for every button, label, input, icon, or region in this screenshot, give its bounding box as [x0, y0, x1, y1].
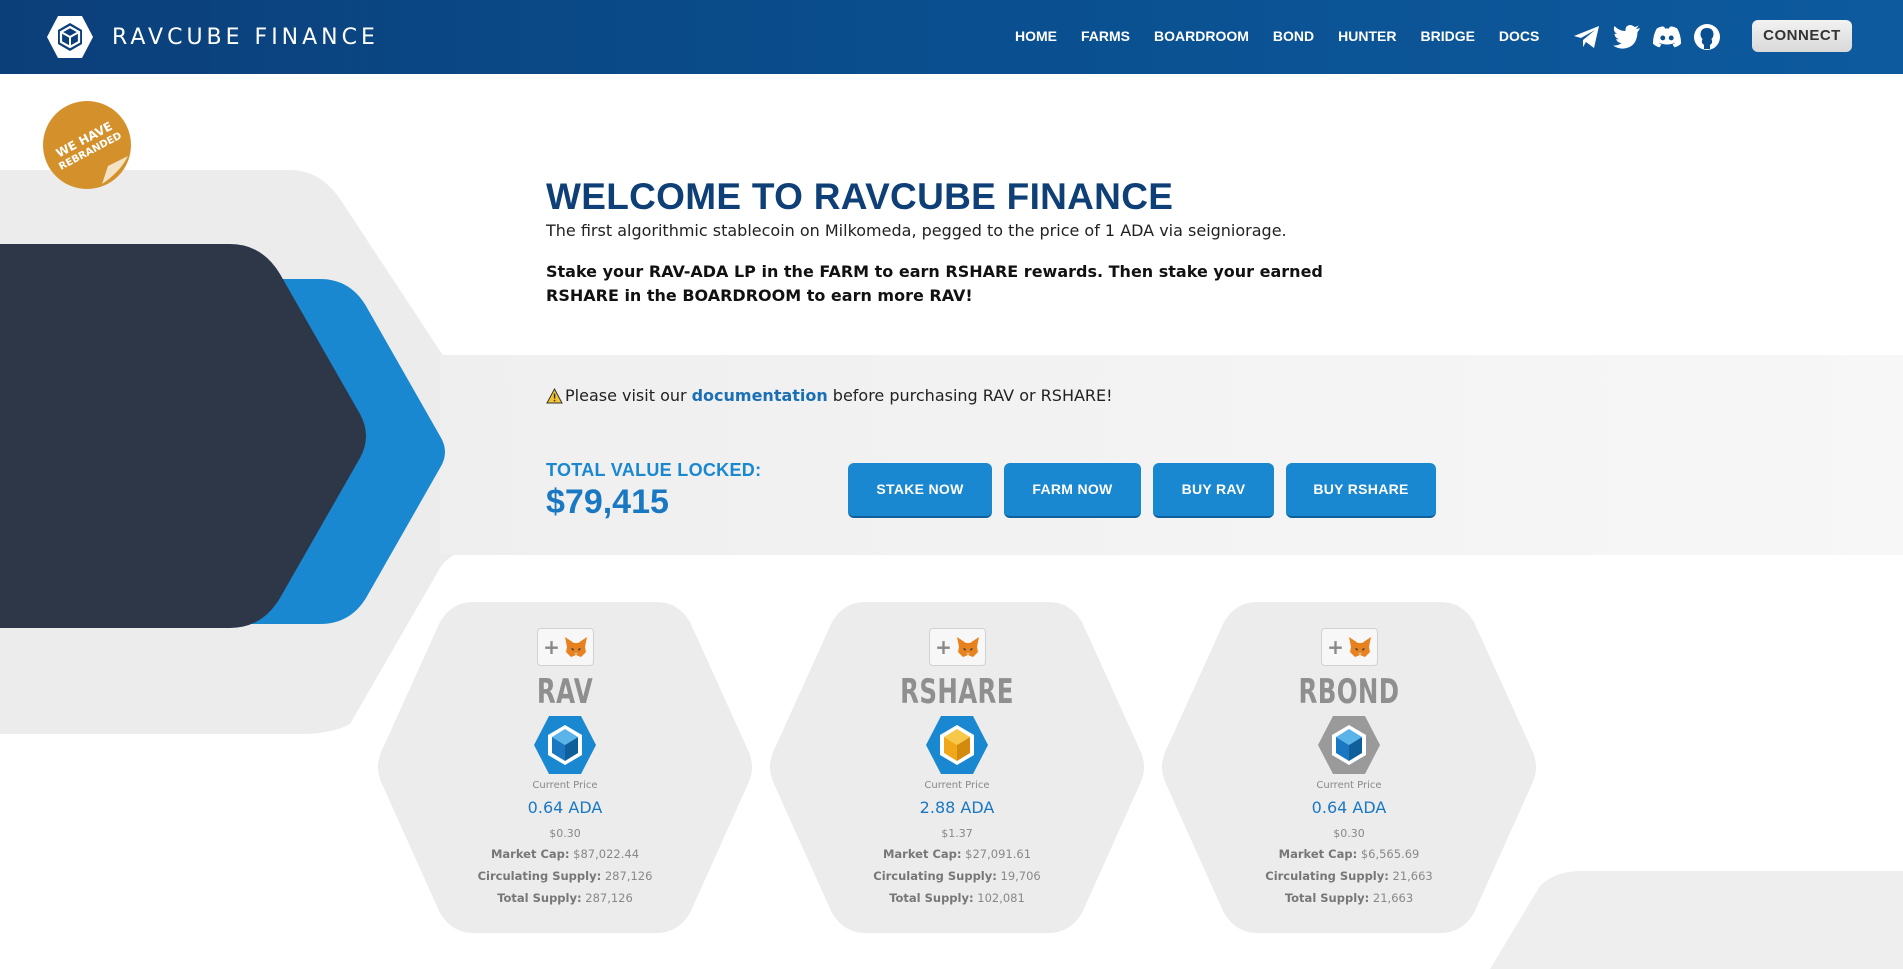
metamask-fox-icon [1348, 637, 1371, 657]
top-navbar: RAVCUBE FINANCE HOME FARMS BOARDROOM BON… [0, 0, 1903, 74]
token-price-usd: $0.30 [549, 827, 581, 840]
hero-stake-text: Stake your RAV-ADA LP in the FARM to ear… [546, 262, 1323, 305]
token-name: RBOND [1298, 672, 1400, 712]
token-name: RAV [536, 672, 594, 712]
current-price-label: Current Price [1316, 780, 1382, 791]
market-cap: Market Cap: $87,022.44 [490, 847, 640, 861]
documentation-warning: Please visit our documentation before pu… [546, 386, 1113, 405]
plus-icon: + [543, 635, 560, 659]
total-supply: Total Supply: 21,663 [1284, 891, 1414, 905]
hero-subtitle: The first algorithmic stablecoin on Milk… [546, 221, 1287, 240]
add-to-metamask-button[interactable]: + [1321, 628, 1378, 666]
nav-hunter[interactable]: HUNTER [1338, 28, 1396, 44]
circulating-supply: Circulating Supply: 19,706 [873, 869, 1041, 883]
social-links [1572, 22, 1732, 52]
token-price-ada: 0.64 ADA [1311, 798, 1387, 817]
ravcube-logo-icon [47, 16, 93, 58]
token-price-usd: $0.30 [1333, 827, 1365, 840]
telegram-icon[interactable] [1572, 22, 1602, 52]
connect-wallet-button[interactable]: CONNECT [1752, 20, 1852, 52]
nav-docs[interactable]: DOCS [1499, 28, 1539, 44]
brand[interactable]: RAVCUBE FINANCE [46, 14, 379, 60]
token-price-ada: 2.88 ADA [919, 798, 995, 817]
page-title: WELCOME TO RAVCUBE FINANCE [546, 176, 1174, 217]
token-card-rbond: + RBOND Current Price 0.64 ADA $0.30 Mar… [1162, 600, 1536, 935]
buy-rshare-button[interactable]: BUY RSHARE [1286, 463, 1436, 518]
plus-icon: + [935, 635, 952, 659]
token-price-usd: $1.37 [941, 827, 973, 840]
metamask-fox-icon [564, 637, 587, 657]
current-price-label: Current Price [532, 780, 598, 791]
token-name: RSHARE [900, 672, 1014, 712]
market-cap: Market Cap: $27,091.61 [882, 847, 1032, 861]
token-card-rav: + RAV Current Price 0.64 ADA $0.30 Marke… [378, 600, 752, 935]
circulating-supply: Circulating Supply: 287,126 [477, 869, 653, 883]
rav-token-icon [534, 716, 596, 774]
nav-bridge[interactable]: BRIDGE [1420, 28, 1474, 44]
rshare-token-icon [926, 716, 988, 774]
tvl-value: $79,415 [546, 483, 669, 521]
documentation-link[interactable]: documentation [692, 386, 828, 405]
buy-rav-button[interactable]: BUY RAV [1153, 463, 1274, 518]
rbond-token-icon [1318, 716, 1380, 774]
brand-name: RAVCUBE FINANCE [112, 24, 379, 50]
token-price-ada: 0.64 ADA [527, 798, 603, 817]
rebranded-sticker: WE HAVE REBRANDED [42, 100, 132, 190]
add-to-metamask-button[interactable]: + [929, 628, 986, 666]
warning-icon [546, 387, 563, 403]
total-supply: Total Supply: 102,081 [889, 891, 1025, 905]
main-nav: HOME FARMS BOARDROOM BOND HUNTER BRIDGE … [1015, 28, 1563, 44]
tvl-label: TOTAL VALUE LOCKED: [546, 460, 762, 480]
twitter-icon[interactable] [1612, 22, 1642, 52]
circulating-supply: Circulating Supply: 21,663 [1265, 869, 1433, 883]
stake-now-button[interactable]: STAKE NOW [848, 463, 992, 518]
nav-home[interactable]: HOME [1015, 28, 1057, 44]
token-card-rshare: + RSHARE Current Price 2.88 ADA $1.37 Ma… [770, 600, 1144, 935]
github-icon[interactable] [1692, 22, 1722, 52]
farm-now-button[interactable]: FARM NOW [1004, 463, 1141, 518]
current-price-label: Current Price [924, 780, 990, 791]
market-cap: Market Cap: $6,565.69 [1278, 847, 1420, 861]
warning-text-before: Please visit our [565, 386, 687, 405]
nav-bond[interactable]: BOND [1273, 28, 1314, 44]
plus-icon: + [1327, 635, 1344, 659]
nav-boardroom[interactable]: BOARDROOM [1154, 28, 1249, 44]
warning-text-after: before purchasing RAV or RSHARE! [832, 386, 1113, 405]
discord-icon[interactable] [1652, 22, 1682, 52]
metamask-fox-icon [956, 637, 979, 657]
total-supply: Total Supply: 287,126 [497, 891, 633, 905]
page: RAVCUBE FINANCE HOME FARMS BOARDROOM BON… [0, 0, 1903, 969]
add-to-metamask-button[interactable]: + [537, 628, 594, 666]
nav-farms[interactable]: FARMS [1081, 28, 1130, 44]
